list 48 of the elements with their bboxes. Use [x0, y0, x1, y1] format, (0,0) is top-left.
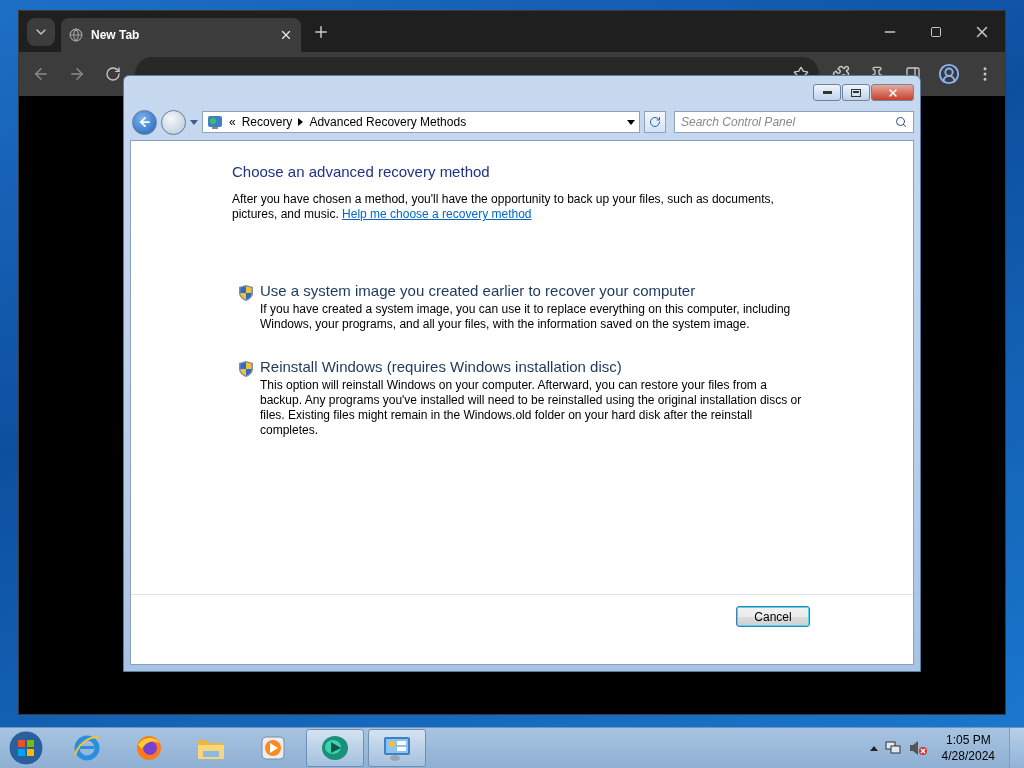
play-icon[interactable]: [259, 734, 287, 762]
separator-arrow-icon[interactable]: [298, 118, 304, 126]
restore-icon: [851, 88, 861, 97]
back-button[interactable]: [132, 109, 157, 135]
forward-icon[interactable]: [68, 65, 86, 83]
option-title[interactable]: Use a system image you created earlier to recover your computer: [260, 282, 810, 299]
intro-text: After you have chosen a method, you'll have the opportunity to back up your files, such as documents, pictures, and music. Help me choose a recovery method: [232, 192, 775, 222]
reload-icon[interactable]: [105, 66, 121, 82]
muted-speaker-icon[interactable]: [907, 740, 928, 756]
overflow-chevron[interactable]: «: [229, 115, 236, 129]
option-description: This option will reinstall Windows on your computer. Afterward, you can restore your files from a backup. Any programs you've installed will need to be reinstalled using the original installation discs or files. Existing files might remain in the Windows.old folder on your hard disk after the reinstall completes.: [260, 378, 803, 438]
option-title[interactable]: Reinstall Windows (requires Windows installation disc): [260, 358, 810, 375]
back-icon: [137, 115, 152, 129]
breadcrumb-item[interactable]: Advanced Recovery Methods: [309, 115, 467, 129]
network-icon[interactable]: [883, 740, 902, 756]
search-icon: [895, 116, 907, 128]
tab-list-button[interactable]: [27, 17, 55, 46]
restore-button[interactable]: [842, 84, 870, 101]
address-bar[interactable]: « Recovery Advanced Recovery Methods: [202, 111, 640, 133]
back-icon[interactable]: [32, 65, 50, 83]
close-icon[interactable]: [279, 28, 293, 42]
play-orb-icon[interactable]: [319, 733, 351, 763]
fox-globe-icon[interactable]: [134, 733, 164, 763]
show-hidden-icon[interactable]: [869, 745, 878, 751]
globe-icon: [69, 28, 83, 42]
shield-icon: [238, 360, 254, 378]
refresh-icon: [649, 116, 661, 128]
forward-button[interactable]: [161, 109, 186, 135]
cancel-button[interactable]: Cancel: [736, 606, 810, 627]
refresh-button[interactable]: [644, 111, 666, 133]
profile-icon[interactable]: [938, 63, 960, 85]
clock-time[interactable]: 1:05 PM: [945, 732, 991, 748]
tab-title: New Tab: [91, 28, 141, 42]
breadcrumb-item[interactable]: Recovery: [241, 115, 293, 129]
maximize-icon[interactable]: [930, 25, 942, 38]
close-icon: [886, 86, 899, 99]
control-panel-icon: [207, 114, 223, 130]
minimize-button[interactable]: [813, 84, 841, 101]
minimize-icon: [822, 91, 832, 94]
page-heading: Choose an advanced recovery method: [232, 163, 491, 180]
clock-date[interactable]: 4/28/2024: [941, 748, 995, 764]
shield-icon: [238, 284, 254, 302]
browser-tab[interactable]: New Tab: [61, 18, 301, 52]
search-placeholder: Search Control Panel: [681, 115, 797, 129]
caret-icon[interactable]: [627, 119, 635, 125]
help-link[interactable]: Help me choose a recovery method: [342, 207, 532, 221]
option-description: If you have created a system image, you can use it to replace everything on this computer, including Windows, your programs, and all your files, with the information saved on the system image.: [260, 302, 792, 332]
search-field[interactable]: Search Control Panel: [674, 111, 914, 133]
